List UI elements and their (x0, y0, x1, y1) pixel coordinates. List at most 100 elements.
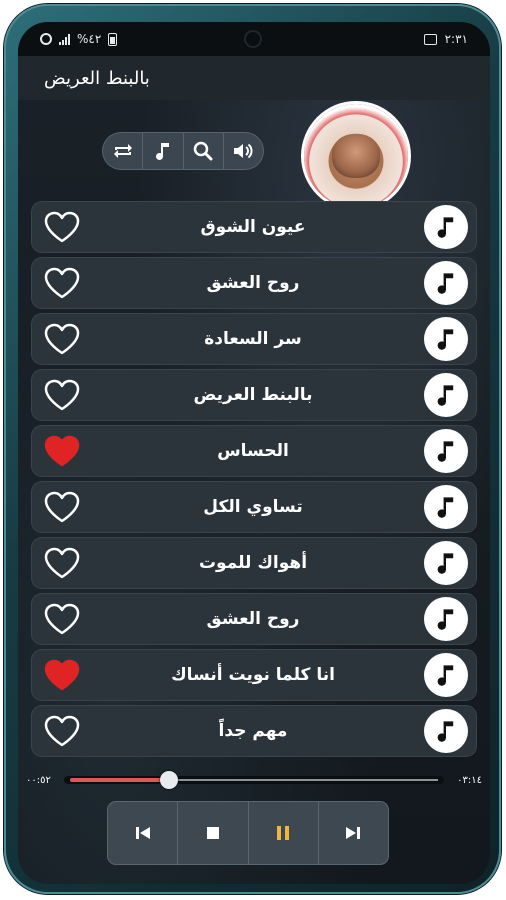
music-note-icon (437, 497, 454, 518)
artist-avatar (304, 104, 408, 208)
song-title: سر السعادة (204, 329, 302, 349)
elapsed-time: ٠٠:٥٢ (26, 774, 51, 786)
heart-icon (44, 323, 80, 355)
heart-icon (44, 547, 80, 579)
signal-icon (59, 33, 70, 45)
heart-icon (44, 435, 80, 467)
song-row[interactable]: مهم جداً (32, 706, 476, 756)
seek-bar[interactable] (64, 771, 444, 789)
search-icon (193, 141, 213, 161)
favorite-button[interactable] (42, 489, 82, 525)
music-note-icon (437, 721, 454, 742)
battery-percent: %٤٢ (77, 32, 102, 46)
favorite-button[interactable] (42, 377, 82, 413)
previous-button[interactable] (108, 802, 177, 864)
volume-icon (234, 143, 253, 159)
song-row[interactable]: تساوي الكل (32, 482, 476, 532)
stop-icon (206, 827, 219, 839)
music-note-icon (437, 273, 454, 294)
status-left: %٤٢ (40, 32, 118, 46)
play-song-button[interactable] (424, 373, 468, 417)
song-title: روح العشق (206, 273, 300, 293)
top-controls (103, 133, 263, 169)
favorite-button[interactable] (42, 657, 82, 693)
screen: %٤٢ ٢:٣١ بالبنط العريض عيون الشوق روح ال… (18, 22, 490, 884)
song-title: أهواك للموت (198, 553, 308, 573)
song-title: مهم جداً (218, 721, 288, 741)
favorite-button[interactable] (42, 265, 82, 301)
gallery-icon (423, 33, 437, 45)
seek-bar-progress (70, 778, 169, 782)
music-button[interactable] (142, 133, 182, 169)
repeat-button[interactable] (103, 133, 142, 169)
heart-icon (44, 211, 80, 243)
song-row[interactable]: روح العشق (32, 594, 476, 644)
song-title: بالبنط العريض (193, 385, 313, 405)
song-title: تساوي الكل (203, 497, 303, 517)
music-note-icon (155, 143, 169, 160)
previous-icon (135, 827, 150, 839)
front-camera (246, 32, 260, 46)
play-song-button[interactable] (424, 261, 468, 305)
play-song-button[interactable] (424, 653, 468, 697)
heart-icon (44, 715, 80, 747)
battery-icon (108, 32, 118, 46)
player-controls (108, 802, 388, 864)
song-row[interactable]: أهواك للموت (32, 538, 476, 588)
stop-button[interactable] (177, 802, 247, 864)
app-title: بالبنط العريض (44, 67, 150, 89)
song-title: روح العشق (206, 609, 300, 629)
music-note-icon (437, 609, 454, 630)
pause-button[interactable] (247, 802, 318, 864)
song-title: انا كلما نويت أنساك (171, 665, 335, 685)
play-song-button[interactable] (424, 429, 468, 473)
music-note-icon (437, 217, 454, 238)
favorite-button[interactable] (42, 321, 82, 357)
favorite-button[interactable] (42, 545, 82, 581)
status-right: ٢:٣١ (423, 32, 468, 46)
play-song-button[interactable] (424, 485, 468, 529)
play-song-button[interactable] (424, 709, 468, 753)
next-button[interactable] (317, 802, 388, 864)
song-row[interactable]: انا كلما نويت أنساك (32, 650, 476, 700)
heart-icon (44, 379, 80, 411)
seek-thumb[interactable] (160, 771, 178, 789)
phone-frame: %٤٢ ٢:٣١ بالبنط العريض عيون الشوق روح ال… (4, 4, 501, 894)
volume-button[interactable] (222, 133, 263, 169)
progress-area: ٠٠:٥٢ ٠٣:١٤ (18, 768, 490, 792)
total-duration: ٠٣:١٤ (457, 774, 482, 786)
song-title: الحساس (217, 441, 289, 461)
play-song-button[interactable] (424, 597, 468, 641)
song-row[interactable]: عيون الشوق (32, 202, 476, 252)
play-song-button[interactable] (424, 205, 468, 249)
heart-icon (44, 267, 80, 299)
heart-icon (44, 603, 80, 635)
heart-icon (44, 659, 80, 691)
status-time: ٢:٣١ (444, 32, 468, 46)
favorite-button[interactable] (42, 601, 82, 637)
music-note-icon (437, 553, 454, 574)
pause-icon (277, 826, 290, 840)
favorite-button[interactable] (42, 209, 82, 245)
next-icon (346, 827, 361, 839)
music-note-icon (437, 385, 454, 406)
favorite-button[interactable] (42, 433, 82, 469)
play-song-button[interactable] (424, 317, 468, 361)
heart-icon (44, 491, 80, 523)
repeat-icon (113, 144, 132, 158)
alarm-icon (40, 33, 52, 45)
song-list: عيون الشوق روح العشق سر السعادة بالبنط العر… (32, 202, 476, 762)
music-note-icon (437, 665, 454, 686)
search-button[interactable] (182, 133, 223, 169)
music-note-icon (437, 329, 454, 350)
play-song-button[interactable] (424, 541, 468, 585)
song-row[interactable]: بالبنط العريض (32, 370, 476, 420)
app-title-bar: بالبنط العريض (18, 56, 490, 100)
song-row[interactable]: الحساس (32, 426, 476, 476)
song-title: عيون الشوق (200, 217, 306, 237)
song-row[interactable]: روح العشق (32, 258, 476, 308)
favorite-button[interactable] (42, 713, 82, 749)
song-row[interactable]: سر السعادة (32, 314, 476, 364)
music-note-icon (437, 441, 454, 462)
seek-bar-remaining (169, 779, 438, 781)
